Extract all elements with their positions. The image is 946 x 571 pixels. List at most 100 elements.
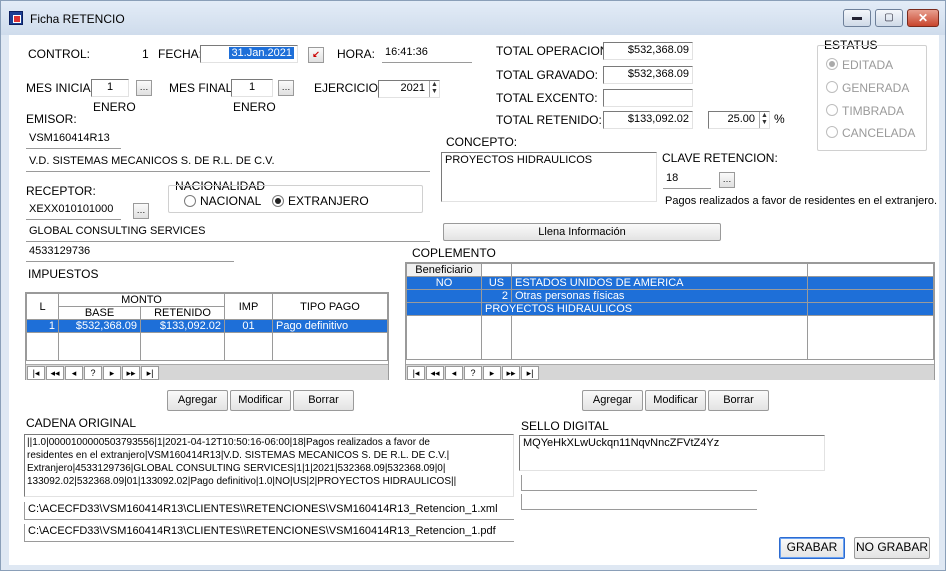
row-code: US — [481, 276, 512, 290]
cadena-line-1: ||1.0|0000100000503793556|1|2021-04-12T1… — [27, 437, 430, 448]
col-imp-header: IMP — [224, 293, 273, 320]
nav-last-button[interactable]: ▸| — [141, 366, 159, 380]
complemento-agregar-button[interactable]: Agregar — [582, 390, 643, 411]
estatus-editada-label: EDITADA — [842, 58, 894, 72]
sello-extra-field-1[interactable] — [521, 475, 757, 491]
impuestos-borrar-button[interactable]: Borrar — [293, 390, 354, 411]
nav-first-button[interactable]: |◂ — [27, 366, 45, 380]
receptor-label: RECEPTOR: — [26, 184, 96, 198]
cadena-line-3: Extranjero|4533129736|GLOBAL CONSULTING … — [27, 463, 446, 474]
nav-help-button[interactable]: ? — [84, 366, 102, 380]
nav-last-button[interactable]: ▸| — [521, 366, 539, 380]
ejercicio-spinner[interactable]: ▲ ▼ — [429, 81, 439, 97]
impuestos-navigator: |◂ ◂◂ ◂? ▸ ▸▸ ▸| — [26, 364, 388, 380]
emisor-label: EMISOR: — [26, 112, 77, 126]
grabar-button[interactable]: GRABAR — [779, 537, 845, 559]
table-row[interactable]: PROYECTOS HIDRAULICOS — [406, 302, 934, 316]
nav-next-page-button[interactable]: ▸▸ — [502, 366, 520, 380]
estatus-editada-radio[interactable] — [826, 58, 838, 70]
porcentaje-spinner[interactable]: ▲ ▼ — [759, 112, 769, 128]
maximize-button[interactable]: ▢ — [875, 9, 903, 27]
row-base: $532,368.09 — [58, 319, 141, 333]
calendar-icon[interactable]: ↙ — [308, 47, 324, 63]
mes-inicia-field[interactable]: 1 — [91, 79, 129, 97]
impuestos-agregar-button[interactable]: Agregar — [167, 390, 228, 411]
form-body: CONTROL: 1 FECHA: 31.Jan.2021 ↙ HORA: 16… — [9, 35, 939, 565]
complemento-modificar-button[interactable]: Modificar — [645, 390, 706, 411]
row-retenido: $133,092.02 — [140, 319, 225, 333]
table-row[interactable]: NO US ESTADOS UNIDOS DE AMERICA — [406, 276, 934, 290]
retencion-window: Ficha RETENCIO ▬ ▢ ✕ CONTROL: 1 FECHA: 3… — [0, 0, 946, 571]
nav-first-button[interactable]: |◂ — [407, 366, 425, 380]
pdf-path-field[interactable]: C:\ACECFD33\VSM160414R13\CLIENTES\\RETEN… — [24, 524, 514, 542]
estatus-cancelada-radio[interactable] — [826, 126, 838, 138]
nav-prev-button[interactable]: ◂ — [65, 366, 83, 380]
fecha-value: 31.Jan.2021 — [229, 47, 294, 59]
close-button[interactable]: ✕ — [907, 9, 939, 27]
estatus-generada-radio[interactable] — [826, 81, 838, 93]
nav-next-button[interactable]: ▸ — [483, 366, 501, 380]
xml-path-field[interactable]: C:\ACECFD33\VSM160414R13\CLIENTES\\RETEN… — [24, 502, 514, 520]
extranjero-label: EXTRANJERO — [288, 194, 369, 208]
estatus-generada-label: GENERADA — [842, 81, 910, 95]
receptor-lookup-button[interactable]: … — [133, 203, 149, 219]
hora-label: HORA: — [337, 47, 376, 61]
nav-prev-page-button[interactable]: ◂◂ — [426, 366, 444, 380]
clave-retencion-field[interactable]: 18 — [663, 171, 711, 189]
table-row[interactable]: 1 $532,368.09 $133,092.02 01 Pago defini… — [26, 319, 388, 333]
sello-digital-field[interactable]: MQYeHkXLwUckqn11NqvNncZFVtZ4Yz — [519, 435, 825, 471]
nav-next-button[interactable]: ▸ — [103, 366, 121, 380]
col-beneficiario-header: Beneficiario — [406, 263, 482, 277]
mes-final-lookup-button[interactable]: … — [278, 80, 294, 96]
clave-retencion-desc: Pagos realizados a favor de residentes e… — [665, 195, 938, 207]
row-beneficiario — [406, 302, 482, 316]
nav-next-page-button[interactable]: ▸▸ — [122, 366, 140, 380]
control-value: 1 — [142, 47, 149, 61]
row-code: 2 — [481, 289, 512, 303]
mes-final-field[interactable]: 1 — [231, 79, 273, 97]
receptor-rfc-field[interactable]: XEXX010101000 — [26, 202, 121, 220]
no-grabar-button[interactable]: NO GRABAR — [854, 537, 930, 559]
total-gravado-field[interactable]: $532,368.09 — [603, 66, 693, 84]
extranjero-radio[interactable] — [272, 195, 284, 207]
nav-prev-button[interactable]: ◂ — [445, 366, 463, 380]
receptor-nombre-field[interactable]: GLOBAL CONSULTING SERVICES — [26, 224, 430, 242]
emisor-nombre-field[interactable]: V.D. SISTEMAS MECANICOS S. DE R.L. DE C.… — [26, 154, 430, 172]
nav-prev-page-button[interactable]: ◂◂ — [46, 366, 64, 380]
total-retenido-field[interactable]: $133,092.02 — [603, 111, 693, 129]
complemento-borrar-button[interactable]: Borrar — [708, 390, 769, 411]
col-retenido-header: RETENIDO — [140, 306, 225, 320]
sello-extra-field-2[interactable] — [521, 494, 757, 510]
estatus-timbrada-radio[interactable] — [826, 104, 838, 116]
row-desc: PROYECTOS HIDRAULICOS — [481, 302, 808, 316]
hora-field[interactable]: 16:41:36 — [382, 45, 472, 63]
row-beneficiario: NO — [406, 276, 482, 290]
concepto-field[interactable]: PROYECTOS HIDRAULICOS — [441, 152, 657, 202]
clave-lookup-button[interactable]: … — [719, 172, 735, 188]
cadena-original-field[interactable]: ||1.0|0000100000503793556|1|2021-04-12T1… — [24, 434, 514, 497]
nav-help-button[interactable]: ? — [464, 366, 482, 380]
nacional-radio[interactable] — [184, 195, 196, 207]
complemento-title: COPLEMENTO — [412, 246, 496, 260]
total-operacion-label: TOTAL OPERACION: — [496, 44, 612, 58]
mes-inicia-lookup-button[interactable]: … — [136, 80, 152, 96]
total-excento-field[interactable] — [603, 89, 693, 107]
cadena-line-2: residentes en el extranjero|VSM160414R13… — [27, 450, 450, 461]
total-retenido-label: TOTAL RETENIDO: — [496, 113, 602, 127]
mes-inicia-name: ENERO — [93, 100, 136, 114]
complemento-grid: Beneficiario NO US ESTADOS UNIDOS DE AME… — [405, 262, 935, 380]
title-bar: Ficha RETENCIO ▬ ▢ ✕ — [1, 1, 945, 35]
row-desc: Otras personas físicas — [511, 289, 808, 303]
table-row[interactable]: 2 Otras personas físicas — [406, 289, 934, 303]
window-title: Ficha RETENCIO — [30, 12, 125, 26]
llena-informacion-button[interactable]: Llena Información — [443, 223, 721, 241]
impuestos-modificar-button[interactable]: Modificar — [230, 390, 291, 411]
fecha-field[interactable]: 31.Jan.2021 — [200, 45, 298, 63]
clave-retencion-label: CLAVE RETENCION: — [662, 151, 778, 165]
emisor-rfc-field[interactable]: VSM160414R13 — [26, 131, 121, 149]
total-operacion-field[interactable]: $532,368.09 — [603, 42, 693, 60]
col-base-header: BASE — [58, 306, 141, 320]
mes-final-name: ENERO — [233, 100, 276, 114]
minimize-button[interactable]: ▬ — [843, 9, 871, 27]
receptor-numreg-field[interactable]: 4533129736 — [26, 244, 234, 262]
